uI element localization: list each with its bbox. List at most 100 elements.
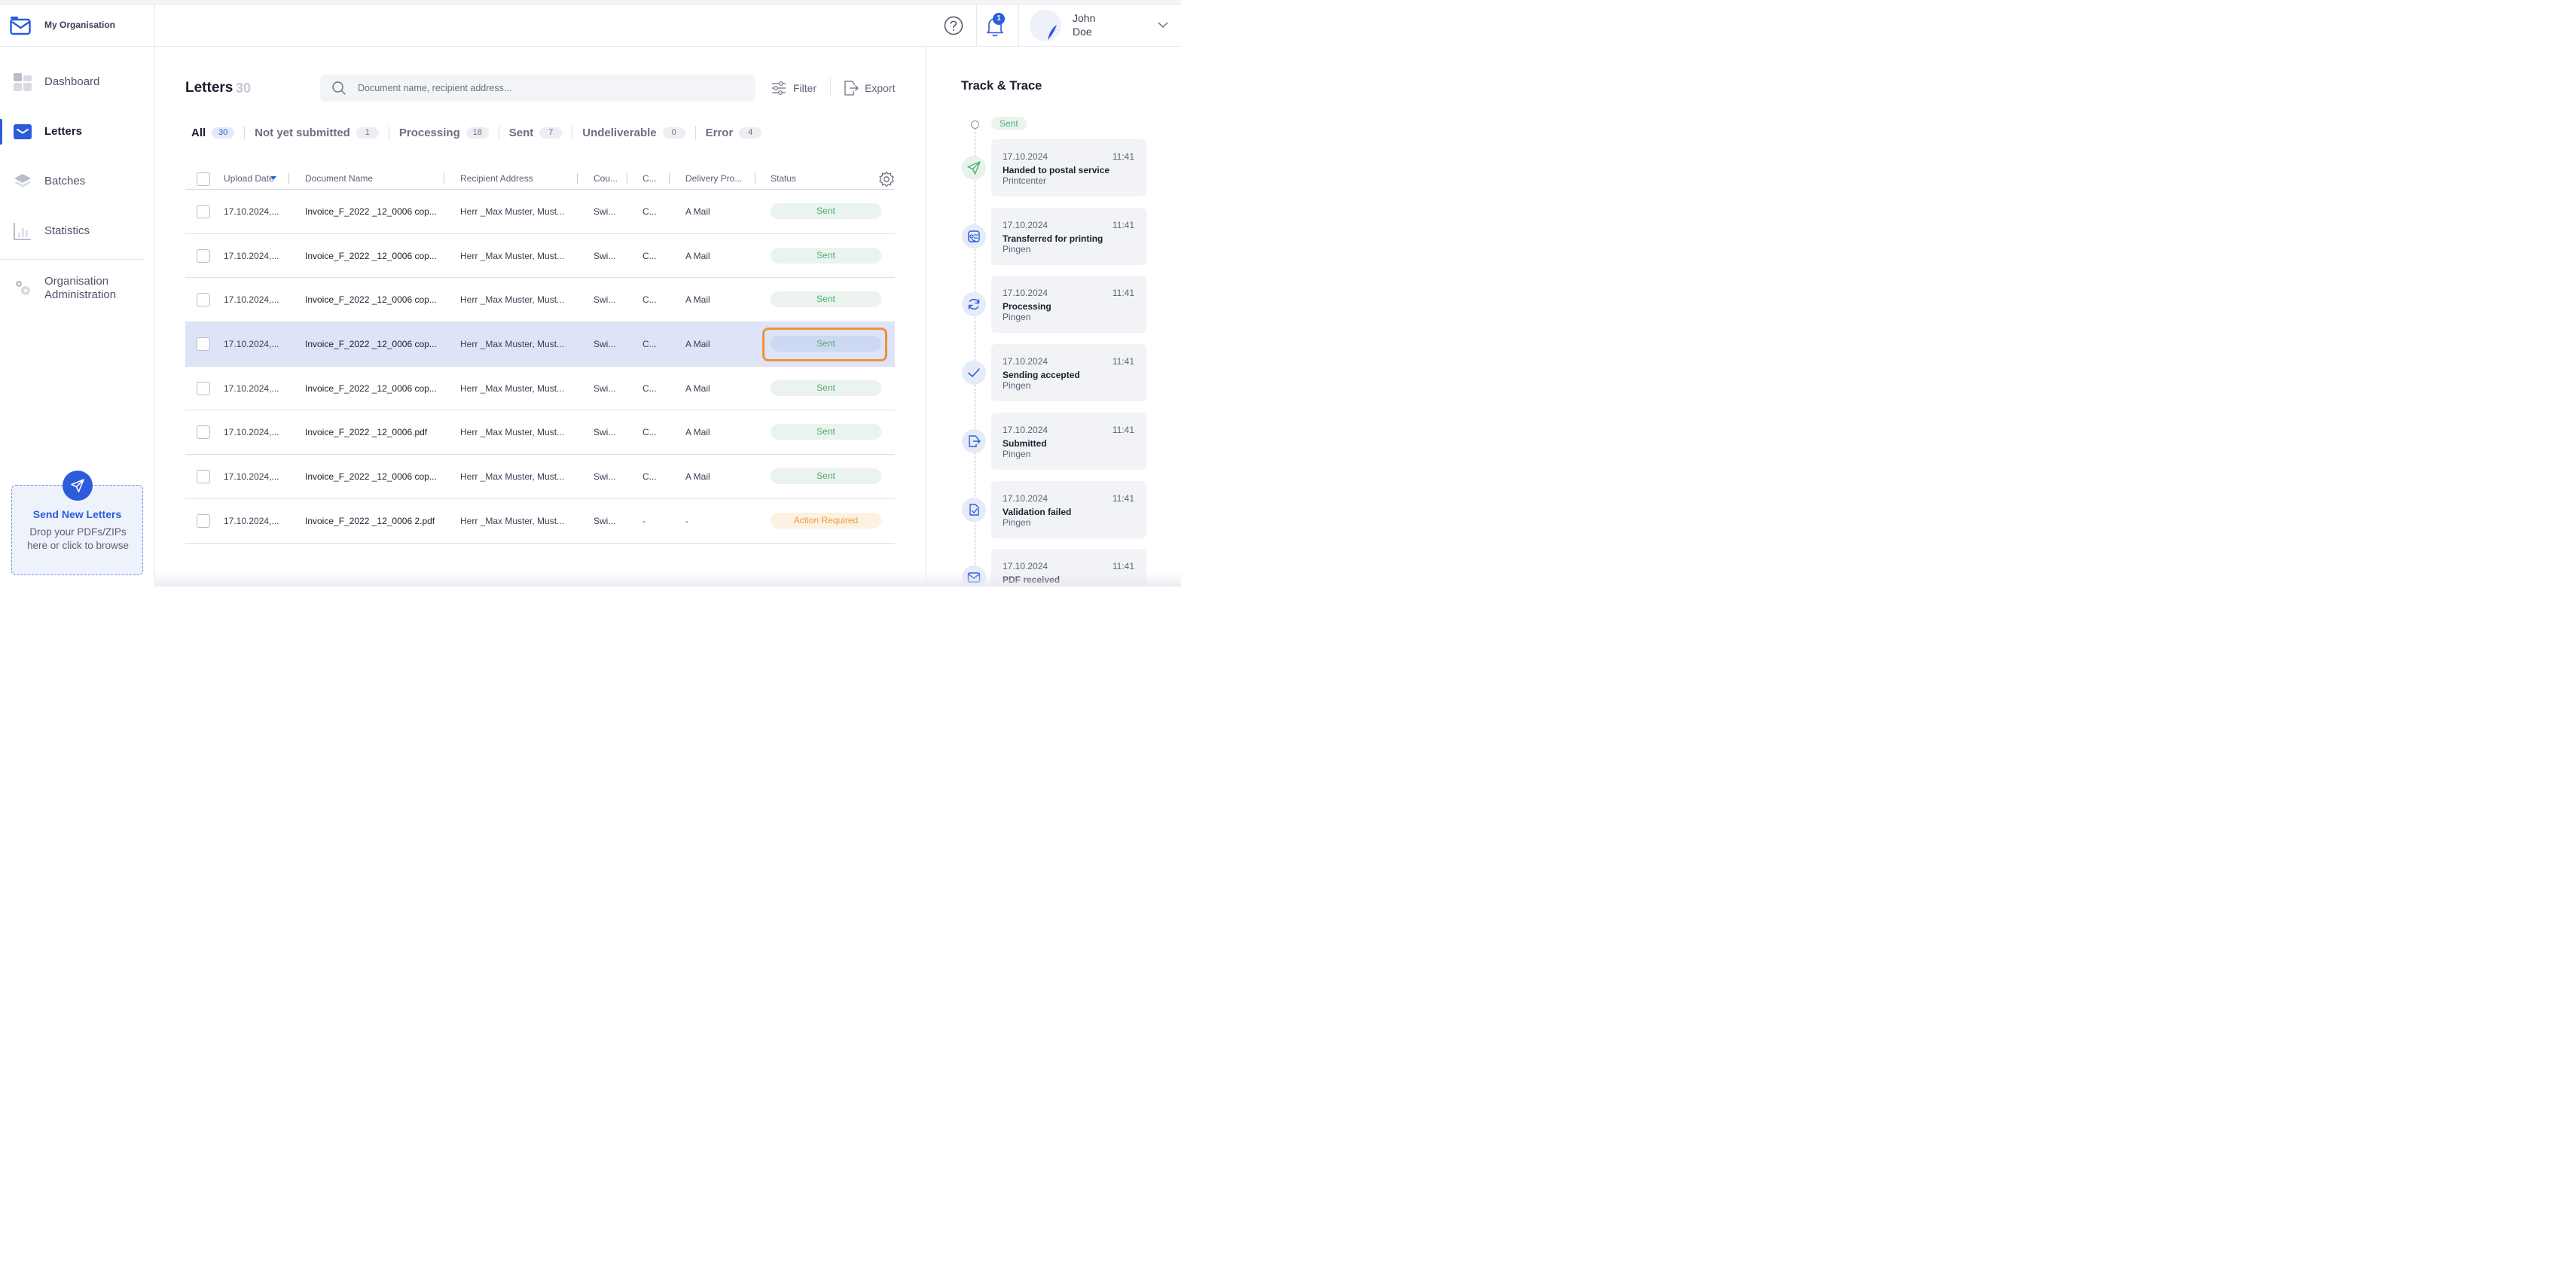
row-checkbox[interactable] [197, 337, 210, 352]
cell-country: Swi... [594, 427, 616, 438]
cell-c: C... [642, 294, 657, 306]
column-delivery-product[interactable]: Delivery Pro... [685, 173, 742, 184]
sort-desc-icon[interactable] [270, 176, 276, 180]
search-bar[interactable] [320, 75, 755, 102]
tab-all[interactable]: All 30 [191, 126, 235, 139]
organisation-switcher[interactable]: My Organisation [0, 5, 155, 47]
table-row[interactable]: 17.10.2024,... Invoice_F_2022 _12_0006 co… [185, 455, 895, 499]
tab-label: Sent [508, 126, 534, 139]
column-country[interactable]: Cou... [594, 173, 618, 184]
event-source: Pingen [1003, 517, 1031, 528]
event-title: Sending accepted [1003, 370, 1080, 381]
nav-item-dashboard[interactable]: Dashboard [0, 65, 155, 99]
cell-upload-date: 17.10.2024,... [224, 515, 279, 526]
cell-document-name: Invoice_F_2022 _12_0006 cop... [305, 294, 437, 306]
column-resizer[interactable] [288, 173, 289, 184]
cell-document-name: Invoice_F_2022 _12_0006 cop... [305, 382, 437, 394]
tab-count: 0 [662, 126, 685, 139]
status-tabs: All 30 Not yet submitted 1 Processing 18… [191, 124, 762, 141]
tab-divider [244, 126, 246, 139]
tab-count: 30 [212, 126, 235, 139]
event-time: 11:41 [1112, 424, 1134, 435]
table-row[interactable]: 17.10.2024,... Invoice_F_2022 _12_0006 2.… [185, 499, 895, 544]
envelope-icon [14, 124, 32, 139]
column-recipient-address[interactable]: Recipient Address [460, 173, 533, 184]
send-new-letters-dropzone[interactable]: Send New Letters Drop your PDFs/ZIPs her… [11, 471, 143, 575]
search-input[interactable] [358, 75, 742, 102]
row-checkbox[interactable] [197, 248, 210, 263]
select-all-checkbox[interactable] [197, 172, 210, 186]
header-divider [1018, 5, 1019, 47]
cell-delivery-product: A Mail [685, 250, 710, 261]
row-checkbox[interactable] [197, 381, 210, 395]
cell-recipient-address: Herr _Max Muster, Must... [460, 250, 565, 261]
tab-label: Error [705, 126, 734, 139]
row-checkbox[interactable] [197, 205, 210, 218]
tab-undeliverable[interactable]: Undeliverable 0 [582, 126, 685, 139]
tab-not-yet-submitted[interactable]: Not yet submitted 1 [255, 126, 379, 139]
gear-icon[interactable] [878, 171, 895, 187]
send-button[interactable] [63, 471, 93, 501]
nav-item-letters[interactable]: Letters [0, 114, 155, 149]
tab-error[interactable]: Error 4 [706, 126, 762, 139]
event-source: Pingen [1003, 380, 1031, 392]
track-and-trace-panel: Track & Trace Sent 17.10.2024 11:41 Handed… [926, 47, 1181, 587]
column-status[interactable]: Status [771, 173, 796, 184]
cell-country: Swi... [594, 250, 616, 261]
nav-item-organisation-administration[interactable]: Organisation Administration [0, 270, 155, 305]
avatar-image [1030, 10, 1061, 41]
avatar[interactable] [1030, 10, 1061, 41]
nav-item-batches[interactable]: Batches [0, 164, 155, 199]
row-checkbox[interactable] [197, 514, 210, 528]
table-body: 17.10.2024,... Invoice_F_2022 _12_0006 co… [185, 190, 895, 544]
tab-processing[interactable]: Processing 18 [399, 126, 489, 139]
nav-label-batches: Batches [44, 175, 86, 187]
cell-country: Swi... [594, 206, 616, 217]
column-upload-date[interactable]: Upload Date [224, 173, 274, 184]
paper-plane-icon [962, 156, 986, 180]
timeline-event: 17.10.2024 11:41 Validation failed Pingen [991, 480, 1146, 538]
help-icon[interactable] [944, 16, 963, 35]
refresh-icon [962, 292, 986, 317]
column-document-name[interactable]: Document Name [305, 173, 373, 184]
cell-c: C... [642, 427, 657, 438]
layers-icon [14, 174, 31, 187]
tab-label: Not yet submitted [255, 126, 350, 139]
cell-c: C... [642, 250, 657, 261]
event-time: 11:41 [1112, 561, 1134, 572]
table-row[interactable]: 17.10.2024,... Invoice_F_2022 _12_0006 co… [185, 190, 895, 234]
table-row[interactable]: 17.10.2024,... Invoice_F_2022 _12_0006 co… [185, 322, 895, 367]
cell-c: C... [642, 206, 657, 217]
cell-document-name: Invoice_F_2022 _12_0006 cop... [305, 339, 437, 350]
event-date: 17.10.2024 [1003, 561, 1048, 572]
event-date: 17.10.2024 [1003, 356, 1048, 367]
chevron-down-icon[interactable] [1158, 21, 1168, 29]
timeline-event: 17.10.2024 11:41 Sending accepted Pingen [991, 344, 1146, 402]
user-first-name: John [1073, 12, 1096, 24]
letters-count: 30 [236, 81, 252, 96]
table-row[interactable]: 17.10.2024,... Invoice_F_2022 _12_0006 co… [185, 234, 895, 279]
nav-item-statistics[interactable]: Statistics [0, 214, 155, 248]
user-name: John Doe [1073, 11, 1118, 38]
timeline-event: 17.10.2024 11:41 PDF received [991, 549, 1146, 587]
header-divider [976, 5, 977, 47]
column-resizer[interactable] [669, 173, 670, 184]
cell-recipient-address: Herr _Max Muster, Must... [460, 382, 565, 394]
cell-country: Swi... [594, 515, 616, 526]
table-header: Upload Date Document Name Recipient Addr… [185, 166, 895, 190]
row-checkbox[interactable] [197, 425, 210, 440]
nav-label-dashboard: Dashboard [44, 75, 100, 88]
row-checkbox[interactable] [197, 470, 210, 484]
cell-upload-date: 17.10.2024,... [224, 339, 279, 350]
table-row[interactable]: 17.10.2024,... Invoice_F_2022 _12_0006 co… [185, 367, 895, 411]
column-c[interactable]: C... [642, 173, 657, 184]
timeline-event: 17.10.2024 11:41 Handed to postal service P… [991, 139, 1146, 197]
tab-divider [694, 126, 696, 139]
table-row[interactable]: 17.10.2024,... Invoice_F_2022 _12_0006.pd… [185, 410, 895, 456]
cell-c: C... [642, 382, 657, 394]
table-row[interactable]: 17.10.2024,... Invoice_F_2022 _12_0006 co… [185, 278, 895, 323]
tab-sent[interactable]: Sent 7 [509, 126, 563, 139]
column-resizer[interactable] [577, 173, 578, 184]
status-badge: Sent [771, 379, 881, 396]
row-checkbox[interactable] [197, 293, 210, 307]
